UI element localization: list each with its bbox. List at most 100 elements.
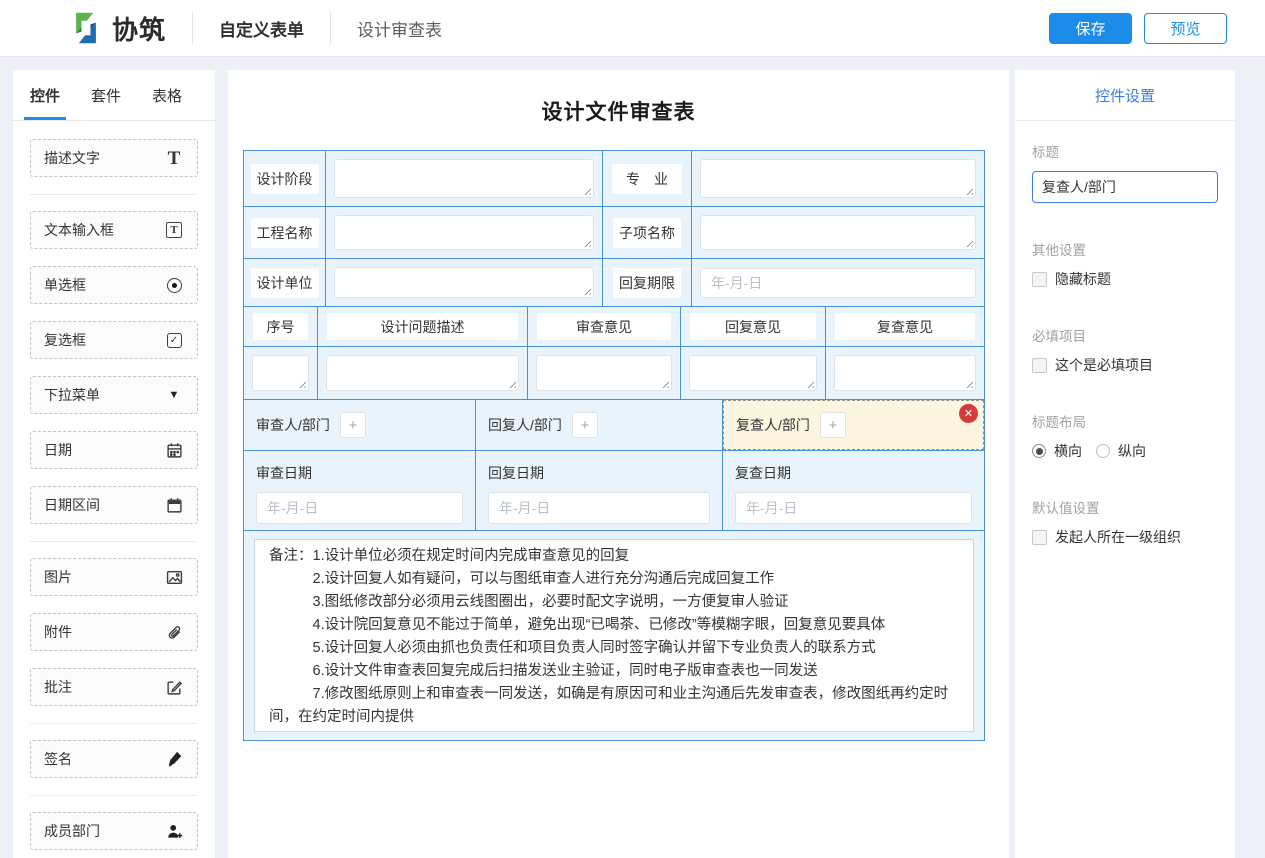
table-header-cell: 回复意见: [681, 307, 826, 346]
control-item-text-input[interactable]: 文本输入框 T: [30, 211, 198, 249]
tab-kits[interactable]: 套件: [91, 70, 121, 120]
field-input-cell: [326, 151, 603, 206]
resize-handle-icon[interactable]: [507, 379, 516, 388]
recheck-opinion-textarea[interactable]: [834, 355, 976, 391]
resize-handle-icon[interactable]: [964, 379, 973, 388]
divider: [30, 723, 198, 724]
field-label-cell: 设计阶段: [244, 151, 326, 206]
hide-title-checkbox[interactable]: 隐藏标题: [1032, 269, 1218, 289]
resize-handle-icon[interactable]: [582, 286, 591, 295]
preview-button[interactable]: 预览: [1144, 13, 1227, 44]
specialty-textarea[interactable]: [700, 159, 976, 198]
title-setting-label: 标题: [1032, 141, 1218, 161]
add-member-button[interactable]: +: [340, 412, 366, 438]
control-item-dropdown[interactable]: 下拉菜单 ▼: [30, 376, 198, 414]
resize-handle-icon[interactable]: [805, 379, 814, 388]
title-input[interactable]: [1032, 171, 1218, 203]
people-label: 复查人/部门: [736, 415, 810, 435]
control-item-member-department[interactable]: 成员部门: [30, 812, 198, 850]
field-input-cell: [326, 259, 603, 306]
recheck-date-input[interactable]: [735, 492, 972, 524]
tab-controls[interactable]: 控件: [30, 70, 60, 120]
form-canvas: 设计文件审查表 设计阶段 专 业 工程名称 子项名称 设计单位 回复期限: [228, 70, 1009, 858]
checkbox-icon[interactable]: [1032, 530, 1047, 545]
layout-vertical-radio[interactable]: 纵向: [1096, 441, 1146, 461]
control-item-description-text[interactable]: 描述文字 T: [30, 139, 198, 177]
replier-department-cell[interactable]: 回复人/部门 +: [476, 400, 723, 450]
column-header: 序号: [253, 313, 308, 340]
checkbox-icon[interactable]: [1032, 358, 1047, 373]
control-item-checkbox[interactable]: 复选框 ✓: [30, 321, 198, 359]
nav-custom-form[interactable]: 自定义表单: [219, 16, 304, 41]
add-member-button[interactable]: +: [572, 412, 598, 438]
resize-handle-icon[interactable]: [964, 238, 973, 247]
resize-handle-icon[interactable]: [582, 186, 591, 195]
field-input-cell: [692, 151, 984, 206]
radio-icon[interactable]: [1096, 444, 1110, 458]
reply-opinion-textarea[interactable]: [689, 355, 817, 391]
subitem-name-textarea[interactable]: [700, 215, 976, 250]
control-item-date[interactable]: 日期: [30, 431, 198, 469]
review-date-input[interactable]: [256, 492, 463, 524]
resize-handle-icon[interactable]: [582, 238, 591, 247]
logo[interactable]: 协筑: [68, 10, 166, 47]
serial-number-textarea[interactable]: [252, 355, 309, 391]
remarks-box[interactable]: 备注：1.设计单位必须在规定时间内完成审查意见的回复 2.设计回复人如有疑问，可…: [254, 539, 974, 732]
form-row: 设计单位 回复期限: [244, 259, 984, 307]
checkbox-icon[interactable]: [1032, 272, 1047, 287]
default-org-checkbox[interactable]: 发起人所在一级组织: [1032, 527, 1218, 547]
column-header: 复查意见: [835, 313, 975, 340]
divider: [30, 194, 198, 195]
sidebar-tabs: 控件 套件 表格: [13, 70, 215, 121]
date-label: 复查日期: [735, 463, 972, 483]
radio-label: 横向: [1054, 441, 1082, 461]
table-input-cell: [244, 347, 318, 399]
resize-handle-icon[interactable]: [660, 379, 669, 388]
project-name-textarea[interactable]: [334, 215, 594, 250]
design-issue-textarea[interactable]: [326, 355, 519, 391]
control-item-label: 单选框: [44, 275, 86, 295]
divider: [30, 541, 198, 542]
control-settings-panel: 控件设置 标题 其他设置 隐藏标题 必填项目 这个是必填项目 标题布局: [1015, 70, 1235, 858]
remark-line: 2.设计回复人如有疑问，可以与图纸审查人进行充分沟通后完成回复工作: [269, 568, 959, 591]
review-opinion-textarea[interactable]: [536, 355, 672, 391]
control-item-image[interactable]: 图片: [30, 558, 198, 596]
control-item-signature[interactable]: 签名: [30, 740, 198, 778]
settings-panel-title: 控件设置: [1015, 70, 1235, 121]
field-label: 专 业: [612, 164, 682, 194]
add-member-button[interactable]: +: [820, 412, 846, 438]
rechecker-department-cell-selected[interactable]: 复查人/部门 + ✕: [723, 400, 984, 450]
field-input-cell: [692, 259, 984, 306]
resize-handle-icon[interactable]: [964, 186, 973, 195]
remark-line: 4.设计院回复意见不能过于简单，避免出现“已喝茶、已修改”等模糊字眼，回复意见要…: [269, 614, 959, 637]
remark-line: 7.修改图纸原则上和审查表一同发送，如确是有原因可和业主沟通后先发审查表，修改图…: [269, 683, 959, 729]
remarks-row: 备注：1.设计单位必须在规定时间内完成审查意见的回复 2.设计回复人如有疑问，可…: [244, 531, 984, 740]
control-item-annotation[interactable]: 批注: [30, 668, 198, 706]
table-input-cell: [318, 347, 528, 399]
reply-deadline-date-input[interactable]: [700, 268, 976, 298]
required-checkbox[interactable]: 这个是必填项目: [1032, 355, 1218, 375]
layout-horizontal-radio[interactable]: 横向: [1032, 441, 1082, 461]
field-label-cell: 工程名称: [244, 207, 326, 258]
tab-tables[interactable]: 表格: [152, 70, 182, 120]
table-input-cell: [681, 347, 826, 399]
design-unit-textarea[interactable]: [334, 267, 594, 298]
form-row: 设计阶段 专 业: [244, 151, 984, 207]
delete-control-button[interactable]: ✕: [959, 404, 978, 423]
reply-date-input[interactable]: [488, 492, 710, 524]
field-label: 回复期限: [613, 268, 681, 298]
divider: [330, 11, 331, 45]
reviewer-department-cell[interactable]: 审查人/部门 +: [244, 400, 476, 450]
member-department-icon: [164, 821, 184, 841]
control-item-date-range[interactable]: 日期区间: [30, 486, 198, 524]
save-button[interactable]: 保存: [1049, 13, 1132, 44]
control-item-label: 附件: [44, 622, 72, 642]
control-item-radio[interactable]: 单选框: [30, 266, 198, 304]
control-item-label: 描述文字: [44, 148, 100, 168]
resize-handle-icon[interactable]: [297, 379, 306, 388]
top-bar: 协筑 自定义表单 设计审查表 保存 预览: [0, 0, 1265, 57]
text-icon: T: [164, 148, 184, 168]
radio-icon[interactable]: [1032, 444, 1046, 458]
control-item-attachment[interactable]: 附件: [30, 613, 198, 651]
design-stage-textarea[interactable]: [334, 159, 594, 198]
